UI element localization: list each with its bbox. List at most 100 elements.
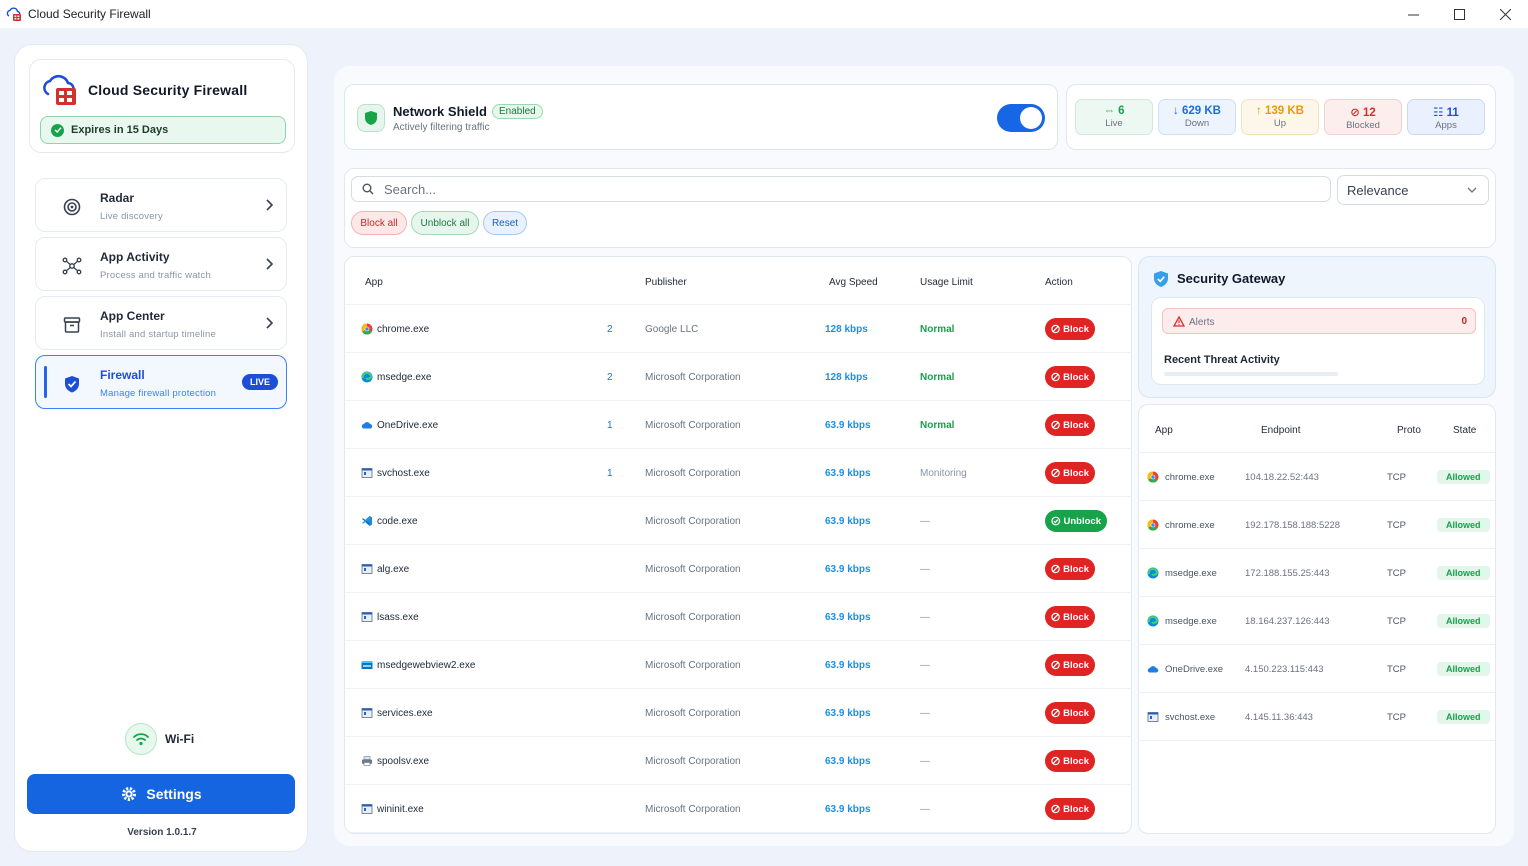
table-row[interactable]: msedge.exe 172.188.155.25:443 TCP Allowed bbox=[1139, 549, 1495, 597]
block-button[interactable]: Block bbox=[1045, 558, 1095, 580]
table-row[interactable]: services.exe Microsoft Corporation 63.9 kb… bbox=[345, 689, 1131, 737]
block-button[interactable]: Block bbox=[1045, 366, 1095, 388]
sidebar-item-subtitle: Manage firewall protection bbox=[100, 388, 217, 399]
gateway-inner-card: Alerts 0 Recent Threat Activity bbox=[1151, 297, 1485, 385]
stat-value: ↑ 139 KB bbox=[1256, 105, 1304, 117]
stat-label: Blocked bbox=[1346, 120, 1380, 131]
block-button[interactable]: Block bbox=[1045, 462, 1095, 484]
sidebar-item-firewall[interactable]: Firewall Manage firewall protection LIVE bbox=[35, 355, 287, 409]
block-icon bbox=[1051, 420, 1060, 430]
connection-protocol: TCP bbox=[1387, 616, 1406, 627]
warning-icon bbox=[1173, 316, 1185, 327]
column-header-app[interactable]: App bbox=[365, 277, 383, 288]
block-icon bbox=[1051, 756, 1060, 766]
unblock-all-button[interactable]: Unblock all bbox=[411, 211, 479, 235]
table-row[interactable]: lsass.exe Microsoft Corporation 63.9 kbps —… bbox=[345, 593, 1131, 641]
block-icon bbox=[1051, 372, 1060, 382]
block-icon bbox=[1051, 564, 1060, 574]
webview-icon bbox=[361, 659, 373, 671]
table-row[interactable]: OneDrive.exe 4.150.223.115:443 TCP Allowed bbox=[1139, 645, 1495, 693]
app-name: OneDrive.exe bbox=[377, 420, 439, 431]
block-all-button[interactable]: Block all bbox=[351, 211, 407, 235]
recent-threat-heading: Recent Threat Activity bbox=[1164, 354, 1280, 366]
column-header-app[interactable]: App bbox=[1155, 425, 1173, 436]
column-header-publisher[interactable]: Publisher bbox=[645, 277, 687, 288]
window-icon bbox=[1147, 711, 1159, 723]
column-header-state[interactable]: State bbox=[1453, 425, 1476, 436]
chevron-right-icon bbox=[266, 317, 274, 329]
column-header-endpoint[interactable]: Endpoint bbox=[1261, 425, 1300, 436]
block-button[interactable]: Block bbox=[1045, 702, 1095, 724]
table-row[interactable]: msedge.exe 2 Microsoft Corporation 128 kbps… bbox=[345, 353, 1131, 401]
table-row[interactable]: wininit.exe Microsoft Corporation 63.9 kbp… bbox=[345, 785, 1131, 833]
sidebar-item-radar[interactable]: Radar Live discovery bbox=[35, 178, 287, 232]
table-row[interactable]: msedge.exe 18.164.237.126:443 TCP Allowed bbox=[1139, 597, 1495, 645]
table-row[interactable]: chrome.exe 192.178.158.188:5228 TCP Allowed bbox=[1139, 501, 1495, 549]
search-card: Relevance Block all Unblock all Reset bbox=[344, 168, 1496, 248]
table-row[interactable]: chrome.exe 2 Google LLC 128 kbps Normal Block bbox=[345, 305, 1131, 353]
sidebar-item-app-activity[interactable]: App Activity Process and traffic watch bbox=[35, 237, 287, 291]
sidebar-item-app-center[interactable]: App Center Install and startup timeline bbox=[35, 296, 287, 350]
table-row[interactable]: svchost.exe 4.145.11.36:443 TCP Allowed bbox=[1139, 693, 1495, 741]
table-row[interactable]: spoolsv.exe Microsoft Corporation 63.9 kbp… bbox=[345, 737, 1131, 785]
minimize-button[interactable] bbox=[1390, 0, 1436, 28]
block-button[interactable]: Block bbox=[1045, 606, 1095, 628]
maximize-icon bbox=[1453, 8, 1465, 20]
sort-dropdown[interactable]: Relevance bbox=[1337, 175, 1489, 205]
apps-table-header: App Publisher Avg Speed Usage Limit Acti… bbox=[345, 257, 1131, 305]
table-row[interactable]: OneDrive.exe 1 Microsoft Corporation 63.9 k… bbox=[345, 401, 1131, 449]
block-button[interactable]: Block bbox=[1045, 798, 1095, 820]
app-name: alg.exe bbox=[377, 564, 410, 575]
app-name: chrome.exe bbox=[377, 324, 430, 335]
window-icon bbox=[361, 803, 373, 815]
connection-protocol: TCP bbox=[1387, 712, 1406, 723]
alerts-row[interactable]: Alerts 0 bbox=[1162, 308, 1476, 334]
shield-toggle[interactable] bbox=[997, 104, 1045, 132]
block-button[interactable]: Block bbox=[1045, 750, 1095, 772]
shield-check-icon bbox=[1154, 271, 1168, 287]
avg-speed: 63.9 kbps bbox=[825, 804, 871, 815]
table-row[interactable]: msedgewebview2.exe Microsoft Corporation 6… bbox=[345, 641, 1131, 689]
search-input[interactable] bbox=[384, 181, 1284, 197]
block-button[interactable]: Block bbox=[1045, 318, 1095, 340]
connection-app: svchost.exe bbox=[1165, 712, 1216, 723]
wifi-status[interactable]: Wi-Fi bbox=[125, 723, 194, 755]
security-gateway-card: Security Gateway Alerts 0 Recent Threat … bbox=[1138, 256, 1496, 398]
block-icon bbox=[1051, 324, 1060, 334]
block-icon bbox=[1051, 660, 1060, 670]
column-header-proto[interactable]: Proto bbox=[1397, 425, 1421, 436]
publisher: Microsoft Corporation bbox=[645, 420, 741, 431]
usage-limit: Normal bbox=[920, 372, 955, 383]
column-header-speed[interactable]: Avg Speed bbox=[829, 277, 878, 288]
edge-icon bbox=[1147, 567, 1159, 579]
stat-label: Up bbox=[1273, 118, 1287, 129]
unblock-button[interactable]: Unblock bbox=[1045, 510, 1107, 532]
publisher: Microsoft Corporation bbox=[645, 564, 741, 575]
close-button[interactable] bbox=[1482, 0, 1528, 28]
column-header-usage[interactable]: Usage Limit bbox=[920, 277, 973, 288]
avg-speed: 128 kbps bbox=[825, 324, 868, 335]
table-row[interactable]: alg.exe Microsoft Corporation 63.9 kbps — Bl… bbox=[345, 545, 1131, 593]
wifi-icon bbox=[125, 723, 157, 755]
table-row[interactable]: chrome.exe 104.18.22.52:443 TCP Allowed bbox=[1139, 453, 1495, 501]
check-circle-icon bbox=[51, 123, 64, 137]
publisher: Microsoft Corporation bbox=[645, 756, 741, 767]
stat-apps: ☷ 11 Apps bbox=[1407, 99, 1485, 135]
maximize-button[interactable] bbox=[1436, 0, 1482, 28]
sidebar-item-subtitle: Live discovery bbox=[100, 211, 163, 222]
edge-icon bbox=[1147, 615, 1159, 627]
action-label: Block bbox=[1063, 659, 1089, 671]
edge-icon bbox=[361, 371, 373, 383]
column-header-action[interactable]: Action bbox=[1045, 277, 1073, 288]
chrome-icon bbox=[1147, 471, 1159, 483]
chrome-icon bbox=[1147, 519, 1159, 531]
connection-endpoint: 4.150.223.115:443 bbox=[1245, 664, 1324, 675]
block-button[interactable]: Block bbox=[1045, 654, 1095, 676]
table-row[interactable]: svchost.exe 1 Microsoft Corporation 63.9 kb… bbox=[345, 449, 1131, 497]
settings-button[interactable]: Settings bbox=[27, 774, 295, 814]
block-button[interactable]: Block bbox=[1045, 414, 1095, 436]
vscode-icon bbox=[361, 515, 373, 527]
sort-value: Relevance bbox=[1347, 182, 1409, 198]
table-row[interactable]: code.exe Microsoft Corporation 63.9 kbps — U… bbox=[345, 497, 1131, 545]
reset-button[interactable]: Reset bbox=[483, 211, 527, 235]
